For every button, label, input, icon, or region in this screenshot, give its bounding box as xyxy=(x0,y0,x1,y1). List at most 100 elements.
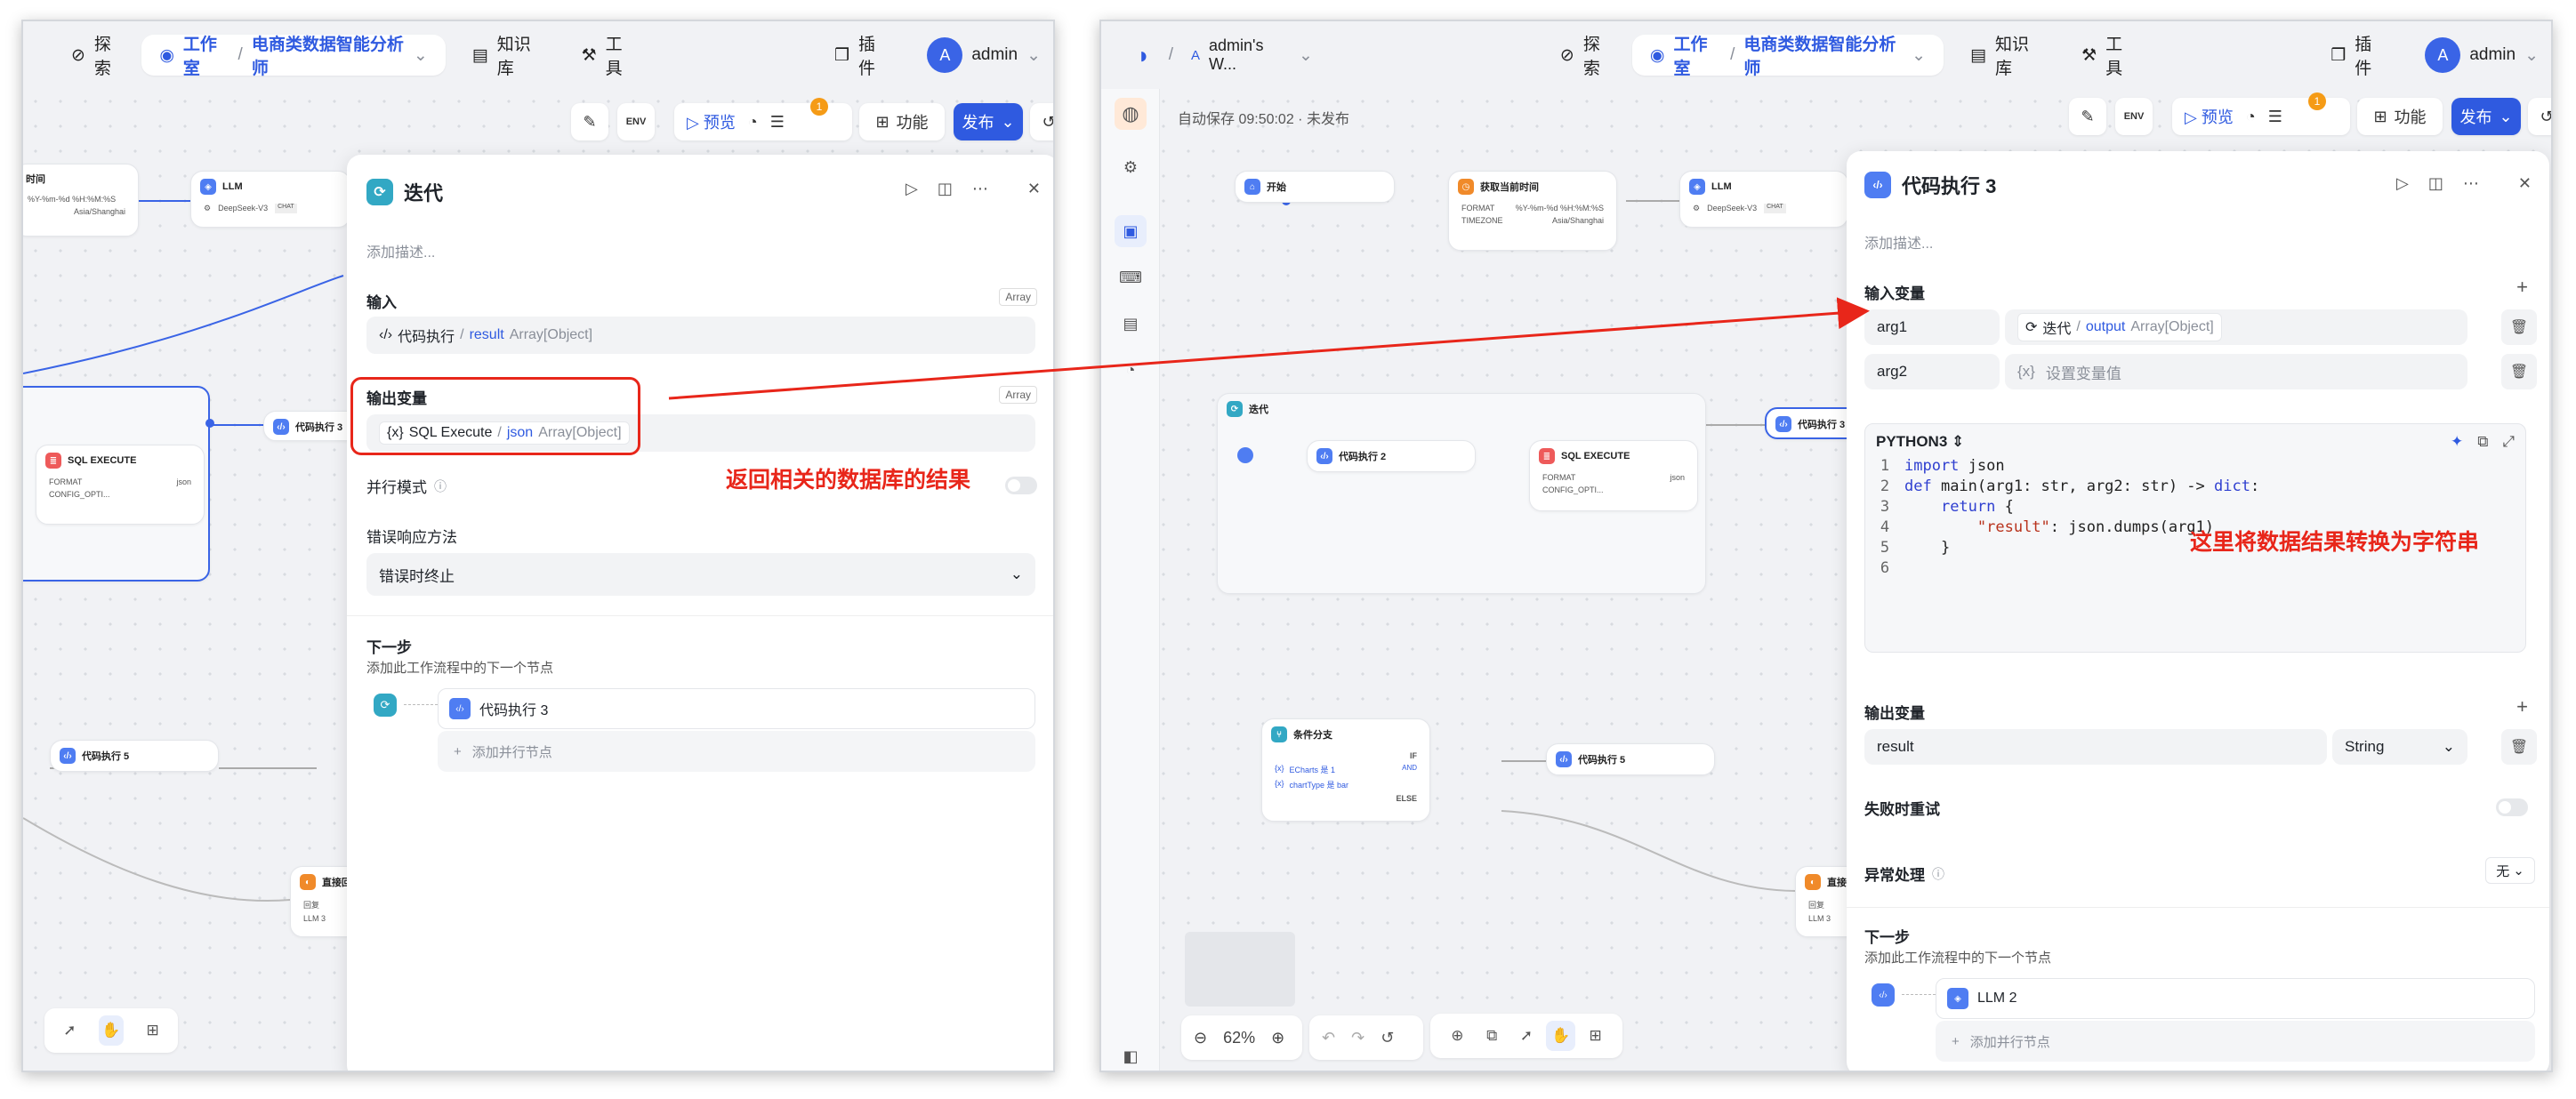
add-output-var-icon[interactable]: + xyxy=(2516,695,2528,718)
nav-knowledge[interactable]: ▤ 知识库 xyxy=(460,35,555,78)
workspace-name: admin's W... xyxy=(1209,36,1264,73)
nav-plugins[interactable]: ❒ 插件 xyxy=(2318,35,2398,78)
description-input[interactable]: 添加描述... xyxy=(366,240,435,261)
chevron-down-icon: ⌄ xyxy=(2513,863,2524,878)
node-sql-inner[interactable]: ≣ SQL EXECUTE FORMAT json CONFIG_OPTI... xyxy=(36,445,205,525)
nav-tools[interactable]: ⚒ 工具 xyxy=(2069,35,2149,78)
hand-icon[interactable]: ✋ xyxy=(98,1015,125,1046)
run-icon[interactable]: ▷ xyxy=(906,180,918,198)
ai-sparkle-icon[interactable]: ✦ xyxy=(2451,433,2463,451)
code-exec-panel: ‹/› 代码执行 3 ▷ ◫ ⋯ ✕ 添加描述... 输入变量 + arg1 ⟳… xyxy=(1847,151,2549,1071)
exception-select[interactable]: 无 ⌄ xyxy=(2485,857,2535,884)
description-input[interactable]: 添加描述... xyxy=(1864,231,1933,253)
nav-explore[interactable]: ⊘ 探索 xyxy=(1548,35,1627,78)
input-type-badge: Array xyxy=(999,288,1037,306)
node-time[interactable]: 时间 %Y-%m-%d %H:%M:%S Asia/Shanghai xyxy=(23,164,139,237)
split-view-icon[interactable]: ◫ xyxy=(2428,174,2443,193)
split-view-icon[interactable]: ◫ xyxy=(938,180,953,198)
node-branch[interactable]: ⑂ 条件分支 IF {x} ECharts 是 1 AND {x} chartType … xyxy=(1261,718,1430,822)
zoom-out-icon[interactable]: ⊖ xyxy=(1194,1029,1207,1047)
code-body[interactable]: 123456 import json def main(arg1: str, ar… xyxy=(1865,456,2525,579)
copy-icon[interactable]: ⧉ xyxy=(2477,433,2488,451)
app-name[interactable]: 电商类数据智能分析师 xyxy=(252,31,405,79)
node-iteration-selected[interactable]: ≣ SQL EXECUTE FORMAT json CONFIG_OPTI... xyxy=(23,386,210,582)
next-node-llm2[interactable]: ◈ LLM 2 xyxy=(1936,978,2535,1019)
output-name-input[interactable]: result xyxy=(1864,729,2327,765)
arg1-var: output xyxy=(2085,319,2126,334)
zoom-in-icon[interactable]: ⊕ xyxy=(1271,1029,1284,1047)
exception-value: 无 xyxy=(2496,863,2510,879)
node-start[interactable]: ⌂ 开始 xyxy=(1235,171,1395,203)
node-sql[interactable]: ≣ SQL EXECUTE FORMAT json CONFIG_OPTI... xyxy=(1529,440,1698,511)
arg1-value-selector[interactable]: ⟳ 迭代 / output Array[Object] xyxy=(2005,309,2467,345)
nav-plugins[interactable]: ❒ 插件 xyxy=(822,35,900,78)
more-icon[interactable]: ⋯ xyxy=(2463,174,2479,193)
expand-icon[interactable]: ⤢ xyxy=(2502,433,2515,451)
app-name[interactable]: 电商类数据智能分析师 xyxy=(1743,31,1903,79)
node-time-format: %Y-%m-%d %H:%M:%S xyxy=(28,195,117,204)
close-icon[interactable]: ✕ xyxy=(1027,180,1041,198)
node-start-title: 开始 xyxy=(1267,182,1286,193)
edge-handle[interactable] xyxy=(205,419,214,428)
node-direct-reply-label: 回复 xyxy=(1808,901,1825,910)
add-parallel-button[interactable]: + 添加并行节点 xyxy=(438,731,1035,772)
model-icon: ⚙ xyxy=(204,204,212,213)
node-iteration[interactable]: ⟳ 迭代 ‹/› 代码执行 2 ≣ SQL EXECUTE FORMAT json CO… xyxy=(1217,393,1706,594)
highlight-box-output xyxy=(350,377,640,455)
pointer-icon[interactable]: ➚ xyxy=(1512,1021,1542,1051)
error-select[interactable]: 错误时终止 ⌄ xyxy=(366,553,1035,596)
node-llm-chat-tag: CHAT xyxy=(275,204,297,213)
branch-cond1: ECharts 是 1 xyxy=(1289,766,1336,774)
user-menu[interactable]: Aadmin ⌄ xyxy=(2412,35,2551,76)
parallel-toggle[interactable] xyxy=(1005,477,1037,494)
output-type-select[interactable]: String ⌄ xyxy=(2332,729,2467,765)
robot-icon: ◉ xyxy=(1649,45,1665,65)
layout-icon[interactable]: ⊞ xyxy=(140,1015,165,1046)
undo-icon[interactable]: ↶ xyxy=(1322,1029,1335,1047)
user-menu[interactable]: Aadmin ⌄ xyxy=(914,35,1053,76)
input-selector[interactable]: ‹/› 代码执行 / result Array[Object] xyxy=(366,317,1035,354)
redo-icon[interactable]: ↷ xyxy=(1351,1029,1364,1047)
branch-if: IF xyxy=(1410,751,1417,760)
run-icon[interactable]: ▷ xyxy=(2396,174,2409,193)
nav-studio[interactable]: ◉ 工作室 / 电商类数据智能分析师 ⌄ xyxy=(1631,35,1944,78)
nav-explore[interactable]: ⊘ 探索 xyxy=(59,35,136,78)
zoom-level[interactable]: 62% xyxy=(1223,1029,1255,1047)
language-select[interactable]: PYTHON3 ⇕ xyxy=(1876,433,1964,451)
arg2-name-input[interactable]: arg2 xyxy=(1864,354,2000,389)
annotation-left: 返回相关的数据库的结果 xyxy=(726,468,971,493)
nav-knowledge[interactable]: ▤ 知识库 xyxy=(1958,35,2055,78)
history-icon[interactable]: ↺ xyxy=(1381,1029,1394,1047)
node-llm[interactable]: ◈ LLM ⚙ DeepSeek-V3 CHAT xyxy=(1679,171,1848,228)
nav-studio[interactable]: ◉ 工作室 / 电商类数据智能分析师 ⌄ xyxy=(141,35,446,78)
nav-tools[interactable]: ⚒ 工具 xyxy=(569,35,648,78)
more-icon[interactable]: ⋯ xyxy=(972,180,988,198)
add-node-icon[interactable]: ⊕ xyxy=(1443,1021,1472,1051)
add-input-var-icon[interactable]: + xyxy=(2516,276,2528,299)
layout-icon[interactable]: ⊞ xyxy=(1581,1021,1610,1051)
node-code5-title: 代码执行 5 xyxy=(82,751,130,762)
delete-arg1-icon[interactable]: 🗑 xyxy=(2501,309,2537,345)
node-code2[interactable]: ‹/› 代码执行 2 xyxy=(1307,440,1476,472)
minimap[interactable] xyxy=(1185,932,1295,1007)
add-note-icon[interactable]: ⧉ xyxy=(1477,1021,1507,1051)
pointer-icon[interactable]: ➚ xyxy=(57,1015,83,1046)
node-get-time[interactable]: ◷ 获取当前时间 FORMAT %Y-%m-%d %H:%M:%S TIMEZONE… xyxy=(1448,171,1617,251)
workspace-switcher[interactable]: Aadmin's W... ⌄ xyxy=(1179,35,1325,76)
hand-icon[interactable]: ✋ xyxy=(1546,1021,1576,1051)
node-sql-format-val: json xyxy=(1670,473,1685,482)
arg1-name-input[interactable]: arg1 xyxy=(1864,309,2000,345)
next-node-code3[interactable]: ‹/› 代码执行 3 xyxy=(438,688,1035,729)
logo-icon: ◗ xyxy=(1137,41,1151,68)
delete-arg2-icon[interactable]: 🗑 xyxy=(2501,354,2537,389)
retry-toggle[interactable] xyxy=(2496,798,2528,816)
close-icon[interactable]: ✕ xyxy=(2518,174,2532,193)
arg2-value-input[interactable]: {x} 设置变量值 xyxy=(2005,354,2467,389)
chevron-down-icon: ⌄ xyxy=(413,45,428,65)
node-code5[interactable]: ‹/› 代码执行 5 xyxy=(50,740,219,772)
node-code5[interactable]: ‹/› 代码执行 5 xyxy=(1546,743,1715,775)
book-icon: ▤ xyxy=(471,45,488,65)
add-parallel-button[interactable]: + 添加并行节点 xyxy=(1936,1021,2535,1062)
delete-output-icon[interactable]: 🗑 xyxy=(2501,729,2537,765)
node-llm[interactable]: ◈ LLM ⚙ DeepSeek-V3 CHAT xyxy=(190,171,350,228)
